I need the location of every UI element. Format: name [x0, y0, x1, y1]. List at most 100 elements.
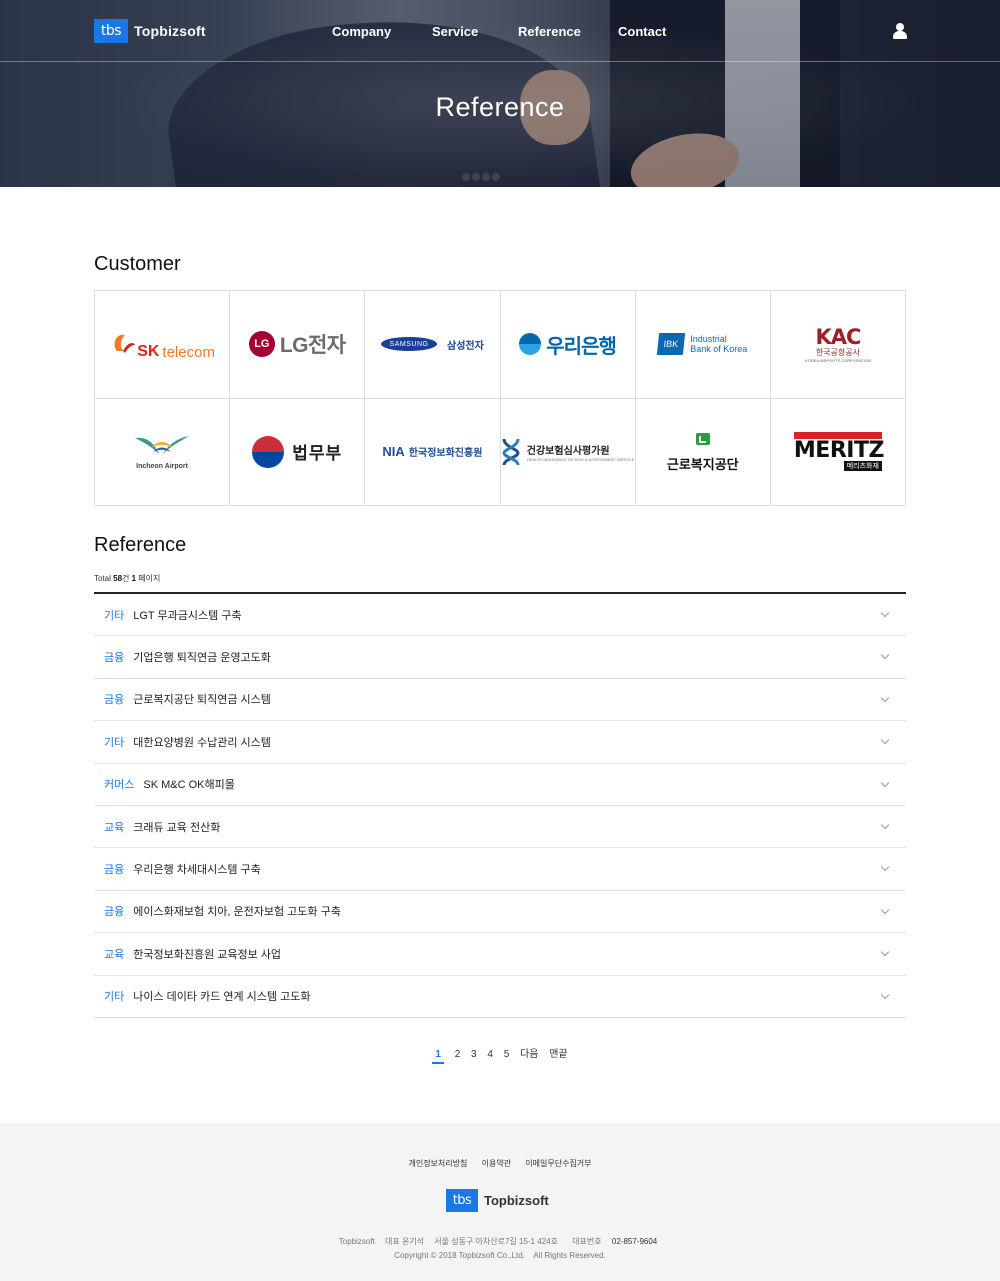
reference-title: 크래듀 교육 전산화 — [133, 821, 221, 834]
moj-text: 법무부 — [292, 444, 343, 464]
hira-ko: 건강보험심사평가원 — [526, 445, 610, 457]
brand-name: Topbizsoft — [134, 23, 206, 39]
footer-phone: 02-857-9604 — [611, 1237, 658, 1246]
pagination: 1 2 3 4 5 다음 맨끝 — [0, 1045, 1000, 1064]
sk-product: telecom — [162, 344, 215, 362]
reference-row[interactable]: 기타 LGT 무과금시스템 구축 — [94, 594, 906, 637]
user-icon[interactable] — [893, 23, 907, 39]
customer-logo-samsung: SAMSUNG 삼성전자 — [365, 291, 501, 399]
page-next-link[interactable]: 다음 — [520, 1045, 538, 1060]
hira-en: HEALTH INSURANCE REVIEW & ASSESSMENT SER… — [526, 456, 635, 462]
reference-row[interactable]: 금융 에이스화재보험 치아, 운전자보험 고도화 구축 — [94, 891, 906, 934]
footer-address: 서울 성동구 아차산로7길 15-1 424호 — [434, 1237, 558, 1246]
customer-logo-nia: NIA 한국정보화진흥원 — [365, 398, 501, 506]
chevron-down-icon[interactable] — [880, 693, 890, 703]
customer-logo-grid: SK telecom LG LG전자 SAMSUNG 삼성전자 우리은행 IBK… — [94, 290, 906, 506]
nav-item-reference[interactable]: Reference — [518, 24, 581, 39]
customer-logo-kcomwel: 근로복지공단 — [635, 398, 771, 506]
reference-row[interactable]: 기타 대한요양병원 수납관리 시스템 — [94, 721, 906, 764]
footer-link-privacy[interactable]: 개인정보처리방침 — [408, 1159, 467, 1168]
nav-item-company[interactable]: Company — [332, 24, 391, 39]
woori-text: 우리은행 — [546, 335, 617, 358]
ibk-mark-icon: IBK — [657, 333, 686, 356]
kcomwel-leaf-icon — [695, 432, 710, 445]
reference-section-title: Reference — [94, 534, 187, 556]
reference-list: 기타 LGT 무과금시스템 구축 금융 기업은행 퇴직연금 운영고도화 금융 근… — [94, 592, 906, 1018]
meritz-text: MERITZ — [793, 438, 885, 464]
reference-row[interactable]: 기타 나이스 데이타 카드 연계 시스템 고도화 — [94, 976, 906, 1018]
ibk-line2: Bank of Korea — [690, 344, 748, 355]
footer-phone-label: 대표번호 — [572, 1237, 602, 1246]
page-link-5[interactable]: 5 — [504, 1049, 510, 1060]
reference-title: 기업은행 퇴직연금 운영고도화 — [133, 652, 271, 665]
brand-logo[interactable]: tbs Topbizsoft — [94, 19, 206, 43]
reference-category: 금융 — [104, 864, 125, 877]
footer-company: Topbizsoft — [338, 1237, 375, 1246]
samsung-text: 삼성전자 — [447, 340, 484, 352]
reference-category: 교육 — [104, 948, 125, 961]
reference-title: 우리은행 차세대시스템 구축 — [133, 864, 261, 877]
reference-title: 근로복지공단 퇴직연금 시스템 — [133, 694, 271, 707]
reference-category: 교육 — [104, 821, 125, 834]
hira-helix-icon — [502, 438, 520, 466]
customer-section-title: Customer — [94, 253, 181, 275]
reference-title: LGT 무과금시스템 구축 — [133, 609, 242, 622]
page-link-3[interactable]: 3 — [471, 1049, 477, 1060]
page-link-4[interactable]: 4 — [487, 1049, 493, 1060]
incheon-airport-text: Incheon Airport — [136, 462, 188, 470]
reference-title: 대한요양병원 수납관리 시스템 — [133, 736, 271, 749]
footer-links: 개인정보처리방침 이용약관 이메일무단수집거부 — [0, 1158, 1000, 1169]
footer: 개인정보처리방침 이용약관 이메일무단수집거부 tbs Topbizsoft T… — [0, 1123, 1000, 1281]
customer-logo-sk-telecom: SK telecom — [95, 291, 231, 399]
woori-sun-icon — [519, 333, 542, 356]
chevron-down-icon[interactable] — [880, 651, 890, 660]
nav-item-service[interactable]: Service — [432, 24, 478, 39]
page-last-link[interactable]: 맨끝 — [549, 1045, 567, 1060]
taegeuk-icon — [252, 435, 285, 468]
customer-logo-hira: 건강보험심사평가원 HEALTH INSURANCE REVIEW & ASSE… — [500, 398, 636, 506]
footer-ceo: 대표 윤기석 — [385, 1237, 425, 1246]
nia-en: NIA — [382, 444, 405, 460]
footer-company-info: Topbizsoft 대표 윤기석 서울 성동구 아차산로7길 15-1 424… — [0, 1236, 1000, 1247]
reference-row[interactable]: 금융 기업은행 퇴직연금 운영고도화 — [94, 636, 906, 679]
kcomwel-text: 근로복지공단 — [666, 456, 739, 472]
nia-ko: 한국정보화진흥원 — [408, 448, 483, 460]
page-link-2[interactable]: 2 — [455, 1049, 461, 1060]
page-title: Reference — [435, 92, 565, 122]
reference-category: 기타 — [104, 609, 125, 622]
chevron-down-icon[interactable] — [880, 735, 890, 745]
footer-brand-name: Topbizsoft — [484, 1193, 549, 1208]
reference-category: 금융 — [104, 694, 125, 707]
reference-row[interactable]: 교육 한국정보화진흥원 교육정보 사업 — [94, 933, 906, 976]
footer-link-no-email[interactable]: 이메일무단수집거부 — [525, 1159, 591, 1168]
hero-banner: tbs Topbizsoft Company Service Reference… — [0, 0, 1000, 187]
reference-title: SK M&C OK해피몰 — [143, 779, 235, 792]
customer-logo-lg: LG LG전자 — [230, 291, 366, 399]
reference-row[interactable]: 금융 근로복지공단 퇴직연금 시스템 — [94, 679, 906, 722]
customer-logo-meritz: MERITZ 메리츠화재 — [770, 398, 906, 506]
lg-face-icon: LG — [248, 331, 275, 358]
reference-row[interactable]: 금융 우리은행 차세대시스템 구축 — [94, 848, 906, 891]
reference-title: 한국정보화진흥원 교육정보 사업 — [133, 948, 282, 961]
kac-en: KOREA AIRPORTS CORPORATION — [805, 358, 871, 364]
sk-brand: SK — [137, 343, 160, 361]
page-link-1[interactable]: 1 — [432, 1049, 444, 1064]
chevron-down-icon[interactable] — [880, 778, 890, 787]
chevron-down-icon[interactable] — [880, 990, 890, 999]
reference-row[interactable]: 교육 크래듀 교육 전산화 — [94, 806, 906, 849]
chevron-down-icon[interactable] — [880, 863, 890, 872]
footer-link-terms[interactable]: 이용약관 — [482, 1159, 511, 1168]
reference-category: 금융 — [104, 652, 125, 665]
reference-row[interactable]: 커머스 SK M&C OK해피몰 — [94, 764, 906, 806]
customer-logo-incheon-airport: Incheon Airport — [95, 398, 231, 506]
reference-category: 기타 — [104, 736, 125, 749]
lg-text: LG전자 — [279, 334, 346, 358]
chevron-down-icon[interactable] — [880, 608, 890, 618]
chevron-down-icon[interactable] — [880, 947, 890, 957]
chevron-down-icon[interactable] — [880, 820, 890, 830]
footer-logo-mark: tbs — [446, 1189, 478, 1212]
nav-item-contact[interactable]: Contact — [618, 24, 666, 39]
footer-logo[interactable]: tbs Topbizsoft — [446, 1189, 549, 1212]
top-navigation: tbs Topbizsoft Company Service Reference… — [0, 0, 1000, 62]
chevron-down-icon[interactable] — [880, 905, 890, 914]
